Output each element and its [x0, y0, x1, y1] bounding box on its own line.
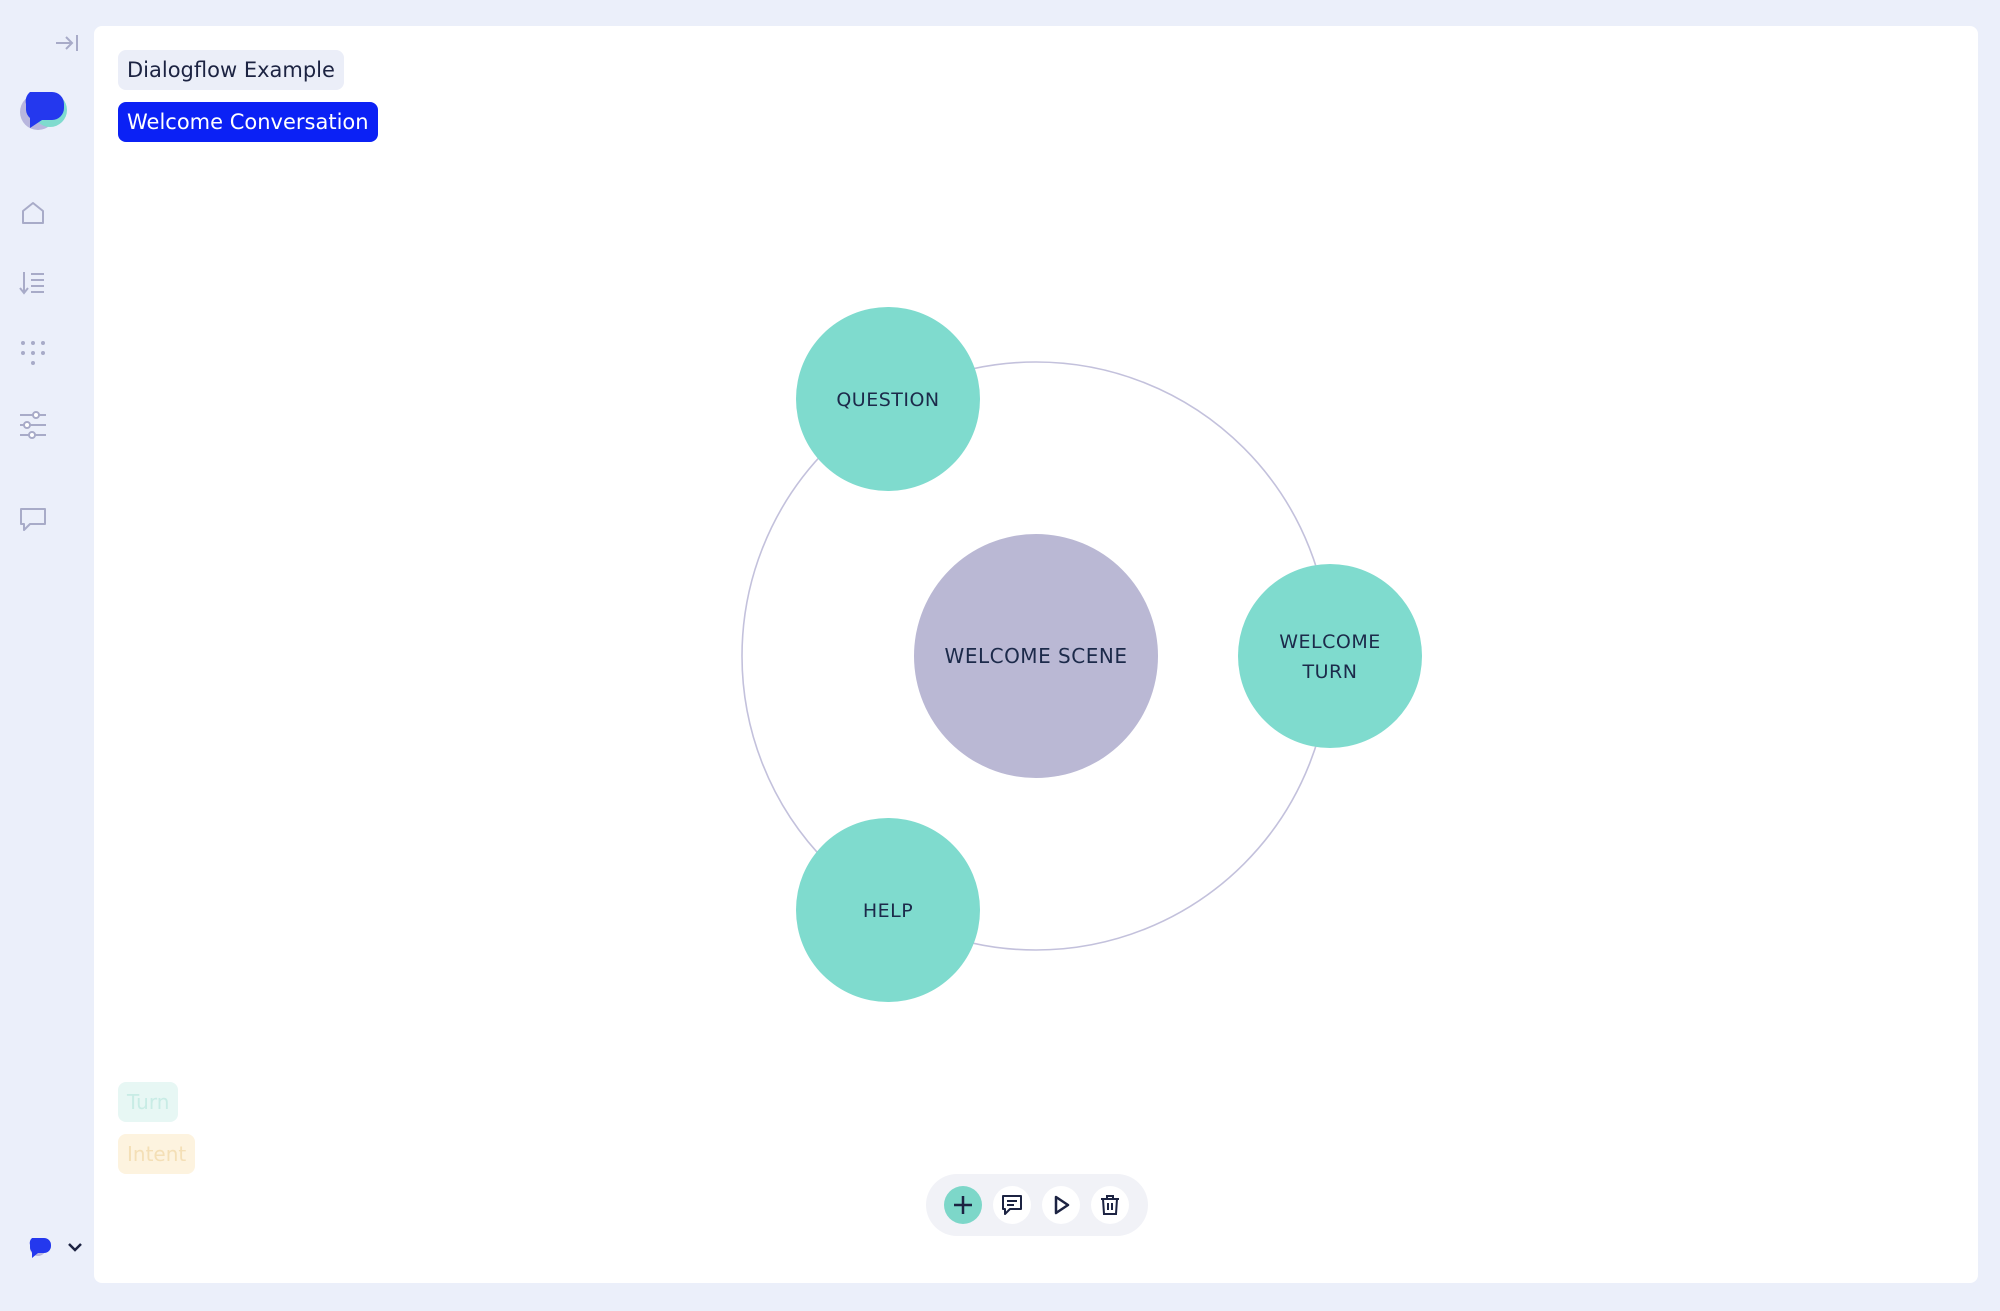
turn-node[interactable]: QUESTION [796, 307, 980, 491]
home-icon [22, 202, 44, 224]
turn-node-label: TURN [1302, 661, 1358, 683]
message-icon [1002, 1195, 1022, 1215]
play-icon [1054, 1195, 1070, 1215]
app-logo[interactable] [18, 84, 70, 134]
main-canvas: Dialogflow Example Welcome Conversation … [94, 26, 1978, 1283]
delete-button[interactable] [1091, 1186, 1129, 1224]
scene-node-label: WELCOME SCENE [945, 644, 1128, 668]
collapse-sidebar-button[interactable] [54, 32, 80, 54]
legend-turn[interactable]: Turn [118, 1082, 179, 1122]
nav-home[interactable] [18, 198, 48, 228]
turn-node[interactable]: HELP [796, 818, 980, 1002]
nav-settings[interactable] [18, 410, 48, 440]
logo-icon [20, 92, 67, 130]
scene-graph: WELCOME SCENE QUESTION WELCOME TURN HELP [741, 307, 1422, 1002]
chevron-down-icon [68, 1243, 82, 1252]
scene-node[interactable]: WELCOME SCENE [914, 534, 1158, 778]
sidebar [0, 0, 94, 1311]
user-menu[interactable] [26, 1232, 88, 1262]
nav-chat[interactable] [18, 504, 48, 534]
sliders-icon [20, 411, 46, 439]
nav-sort-list[interactable] [18, 268, 48, 298]
add-icon [954, 1196, 972, 1214]
legend-intent[interactable]: Intent [118, 1134, 196, 1174]
turn-node-label: QUESTION [836, 389, 939, 411]
collapse-icon [56, 35, 78, 51]
sort-list-icon [19, 272, 44, 295]
chat-icon [20, 508, 46, 531]
user-avatar-icon [29, 1238, 51, 1258]
trash-icon [1101, 1195, 1119, 1215]
turn-node[interactable]: WELCOME TURN [1238, 564, 1422, 748]
grid-dots-icon [21, 341, 45, 365]
graph-toolbar [926, 1174, 1148, 1236]
message-button[interactable] [993, 1186, 1031, 1224]
nav-grid[interactable] [18, 338, 48, 368]
play-button[interactable] [1042, 1186, 1080, 1224]
turn-node-label: HELP [863, 900, 913, 922]
add-button[interactable] [944, 1186, 982, 1224]
turn-node-label: WELCOME [1279, 631, 1381, 653]
